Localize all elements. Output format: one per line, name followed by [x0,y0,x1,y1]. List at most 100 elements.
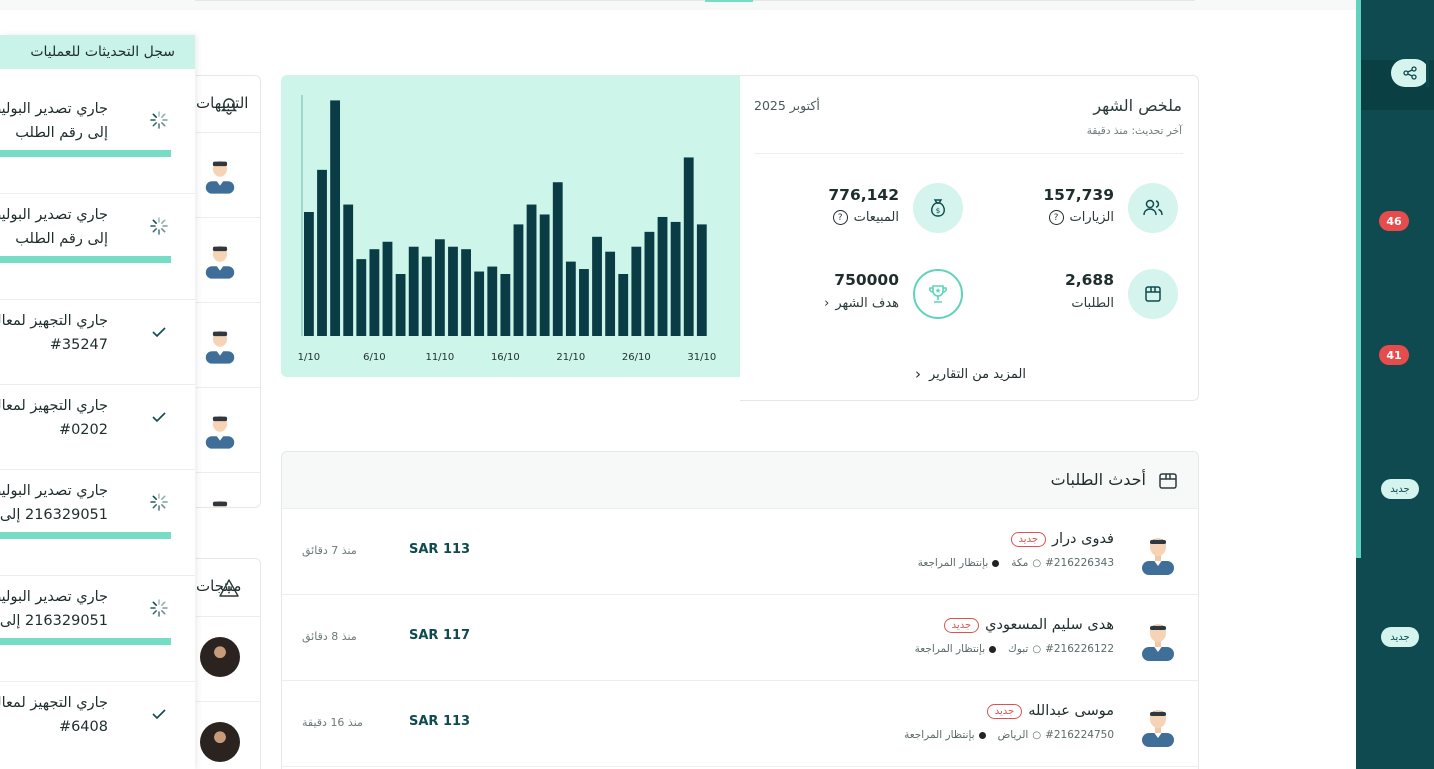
count-badge[interactable]: 41 [1379,345,1409,365]
chart-bar-27/10[interactable] [644,231,655,336]
notification-item[interactable] [196,473,260,507]
visits-stat-icon-wrap [1128,183,1178,233]
chart-bar-26/10[interactable] [631,246,642,336]
top-bar [0,0,1356,10]
chart-bar-16/10[interactable] [500,274,511,336]
notifications-header: التنبيهات [196,76,260,133]
chart-bar-23/10[interactable] [592,236,602,336]
product-image [200,637,240,677]
order-price: SAR 113 [409,542,471,557]
notification-item[interactable] [196,303,260,388]
operation-separator [0,575,195,576]
operation-text-line1: جاري تصدير البوليصات [0,101,108,117]
order-city: الرياض [997,729,1029,741]
operation-log-item[interactable]: جاري تصدير البوليصات 216329051 إلى رقم ال… [0,585,195,685]
chart-bar-18/10[interactable] [526,204,537,336]
orders-stat-icon-wrap [1128,269,1178,319]
product-image [200,722,240,762]
chart-bar-8/10[interactable] [395,274,406,336]
spinner-icon [148,491,170,513]
order-city: تبوك [1008,643,1029,655]
summary-title: ملخص الشهر [1093,96,1182,115]
product-item[interactable] [196,617,260,702]
right-sidebar [1356,0,1434,769]
goal-link[interactable]: هدف الشهر ‹ [824,296,899,311]
operation-log-item[interactable]: جاري تصدير البوليصات إلى رقم الطلب [0,203,195,303]
chart-bar-2/10[interactable] [317,169,327,336]
chart-bar-22/10[interactable] [579,269,589,336]
chart-bar-1/10[interactable] [304,212,314,336]
x-tick-label: 16/10 [491,352,520,363]
sales-label: المبيعات [853,210,899,225]
count-badge[interactable]: 46 [1379,211,1409,231]
chart-bar-20/10[interactable] [552,182,563,336]
product-item[interactable] [196,702,260,769]
help-icon[interactable]: ? [1048,210,1064,225]
chart-bar-11/10[interactable] [434,239,445,336]
chart-bar-21/10[interactable] [565,261,576,336]
operation-text-line1: جاري التجهيز لمعالجة [0,398,108,414]
operation-log-item[interactable]: جاري تصدير البوليصات إلى رقم الطلب [0,97,195,197]
money-bag-icon: $ [931,199,945,217]
order-row[interactable]: هدى سليم المسعودي جديد #216226122 ○ تبوك… [282,595,1198,681]
chart-bar-13/10[interactable] [461,249,471,336]
operation-progress-bar [0,532,171,539]
operation-log-item[interactable]: جاري التجهيز لمعالجة #6408 [0,691,195,769]
chart-bar-5/10[interactable] [356,259,367,336]
new-badge[interactable]: جديد [1381,627,1419,647]
operation-separator [0,299,195,300]
location-pin-icon: ○ [1032,729,1042,741]
notification-item[interactable] [196,133,260,218]
summary-date[interactable]: أكتوبر 2025 [754,98,820,113]
sales-value: 776,142 [828,186,899,204]
order-time: منذ 16 دقيقة [302,716,363,729]
order-row[interactable]: فدوى درار جديد #216226343 ○ مكة بإنتظار … [282,509,1198,595]
chart-bar-6/10[interactable] [369,249,380,336]
new-tag: جديد [986,703,1023,719]
chart-bar-29/10[interactable] [670,221,681,336]
order-status: بإنتظار المراجعة [904,729,975,741]
chevron-left-icon: ‹ [915,365,921,383]
user-avatar-icon [204,496,236,507]
notification-item[interactable] [196,218,260,303]
operation-text-line2: 216329051 إلى رقم الطلب [0,507,108,523]
status-dot-icon [992,559,1000,567]
order-number: #216226122 [1045,643,1114,655]
chart-bar-9/10[interactable] [408,246,419,336]
chart-bar-10/10[interactable] [421,256,432,336]
chart-bar-4/10[interactable] [343,204,354,336]
chart-bar-3/10[interactable] [330,100,341,337]
goal-value: 750000 [834,271,899,289]
share-button[interactable] [1391,59,1429,87]
chart-bar-7/10[interactable] [382,241,393,336]
chart-bar-30/10[interactable] [683,157,694,336]
operation-text-line1: جاري تصدير البوليصات [0,207,108,223]
x-tick-label: 21/10 [556,352,585,363]
chart-bar-17/10[interactable] [513,224,524,336]
bell-icon[interactable] [219,95,239,119]
chart-bar-15/10[interactable] [487,266,498,336]
chart-bar-24/10[interactable] [605,251,616,336]
order-meta: #216224750 ○ الرياض بإنتظار المراجعة [904,729,1114,741]
operation-log-item[interactable]: جاري تصدير البوليصات 216329051 إلى رقم ال… [0,479,195,579]
operation-text-line2: إلى رقم الطلب [15,125,108,141]
new-badge[interactable]: جديد [1381,479,1419,499]
chart-bar-31/10[interactable] [696,224,707,336]
status-dot-icon [989,645,997,653]
check-icon [148,321,170,343]
chart-bar-19/10[interactable] [539,214,550,336]
user-avatar-icon [204,411,236,453]
chart-bar-14/10[interactable] [474,271,485,336]
notification-item[interactable] [196,388,260,473]
chart-bar-28/10[interactable] [657,216,668,336]
chart-bar-25/10[interactable] [618,274,629,336]
latest-orders-card: أحدث الطلبات فدوى درار جديد #216226343 ○… [281,451,1199,769]
help-icon[interactable]: ? [832,210,848,225]
chart-bar-12/10[interactable] [448,246,458,336]
operation-progress-bar [0,638,171,645]
operation-separator [0,384,195,385]
daily-chart-card: 1/10 6/10 11/10 16/10 21/10 26/10 31/10 [281,75,740,377]
more-reports-link[interactable]: المزيد من التقارير ‹ [915,365,1026,383]
order-row[interactable]: موسى عبدالله جديد #216224750 ○ الرياض بإ… [282,681,1198,767]
order-price: SAR 113 [409,714,471,729]
